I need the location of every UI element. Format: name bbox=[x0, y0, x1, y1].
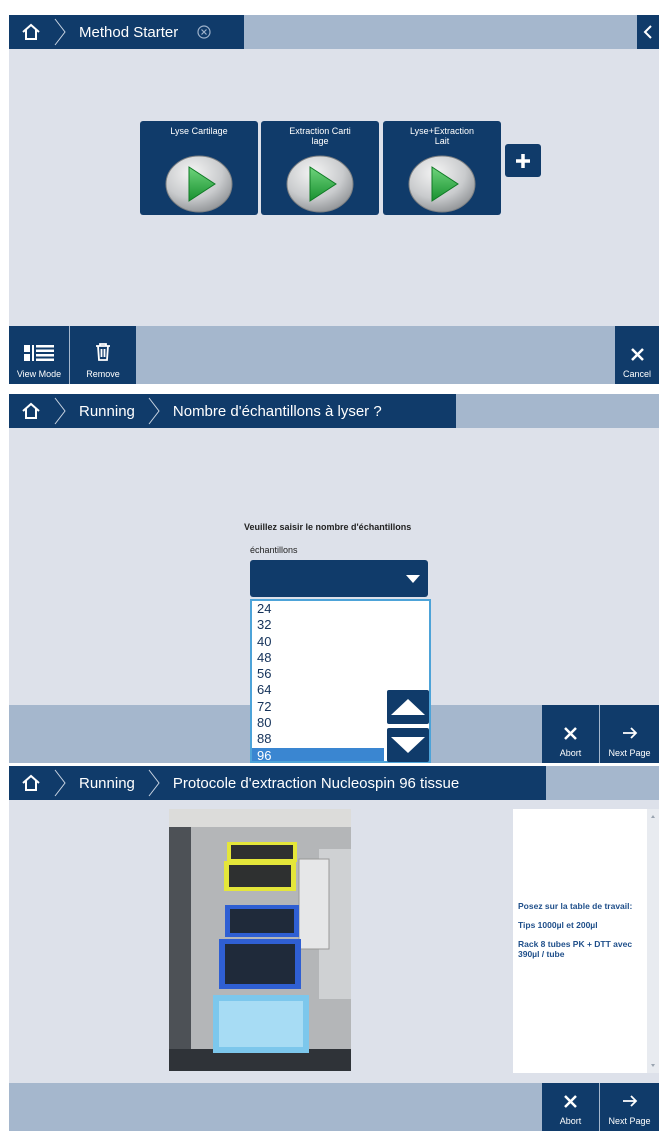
instruction-tips: Tips 1000µl et 200µl bbox=[518, 920, 598, 930]
abort-button[interactable]: Abort bbox=[542, 705, 599, 763]
next-page-button[interactable]: Next Page bbox=[600, 705, 659, 763]
plus-icon bbox=[516, 153, 530, 168]
next-page-label: Next Page bbox=[608, 1116, 651, 1126]
view-mode-icon bbox=[24, 345, 54, 361]
home-icon bbox=[22, 774, 40, 791]
play-icon[interactable] bbox=[162, 153, 236, 215]
method-starter-screen: Method Starter Lyse Cartilage Extraction… bbox=[9, 15, 659, 384]
scroll-down-arrow-icon bbox=[651, 1064, 655, 1067]
breadcrumb-bar: Running Nombre d'échantillons à lyser ? bbox=[9, 394, 659, 428]
close-icon bbox=[630, 348, 644, 361]
breadcrumb-running: Running bbox=[79, 774, 135, 792]
method-tile-lyse-extraction-lait[interactable]: Lyse+Extraction Lait bbox=[383, 121, 501, 215]
view-mode-button[interactable]: View Mode bbox=[9, 326, 69, 384]
cancel-label: Cancel bbox=[622, 369, 651, 379]
method-label: Lyse+Extraction Lait bbox=[410, 126, 474, 146]
next-page-button[interactable]: Next Page bbox=[600, 1083, 659, 1131]
option-40[interactable]: 40 bbox=[252, 634, 429, 650]
breadcrumb-separator-icon bbox=[54, 18, 66, 46]
play-icon[interactable] bbox=[405, 153, 479, 215]
scroll-down-button[interactable] bbox=[387, 728, 429, 762]
protocol-setup-screen: Running Protocole d'extraction Nucleospi… bbox=[9, 766, 659, 1131]
triangle-up-icon bbox=[391, 699, 425, 715]
breadcrumb: Running Protocole d'extraction Nucleospi… bbox=[9, 766, 546, 800]
home-button[interactable] bbox=[9, 15, 53, 49]
abort-label: Abort bbox=[559, 748, 582, 758]
arrow-right-icon bbox=[622, 1095, 637, 1107]
footer-bar: View Mode Remove Cancel bbox=[9, 326, 659, 384]
breadcrumb-method-starter: Method Starter bbox=[79, 23, 179, 41]
arrow-right-icon bbox=[622, 727, 637, 739]
method-label: Extraction Carti lage bbox=[289, 126, 351, 146]
breadcrumb-running: Running bbox=[79, 402, 135, 420]
add-method-button[interactable] bbox=[505, 144, 541, 177]
method-tile-extraction-cartilage[interactable]: Extraction Carti lage bbox=[261, 121, 379, 215]
next-page-label: Next Page bbox=[608, 748, 651, 758]
abort-label: Abort bbox=[559, 1116, 582, 1126]
home-button[interactable] bbox=[9, 394, 53, 428]
view-mode-label: View Mode bbox=[16, 369, 62, 379]
option-96-selected[interactable]: 96 bbox=[252, 747, 384, 761]
abort-button[interactable]: Abort bbox=[542, 1083, 599, 1131]
prompt-title: Veuillez saisir le nombre d'échantillons bbox=[244, 522, 412, 532]
option-24[interactable]: 24 bbox=[252, 601, 429, 617]
instruction-rack: Rack 8 tubes PK + DTT avec 390µl / tube bbox=[518, 939, 633, 959]
breadcrumb-separator-icon bbox=[54, 769, 66, 797]
deck-photo-illustration bbox=[169, 809, 351, 1071]
deck-setup-photo bbox=[169, 809, 351, 1071]
breadcrumb-bar: Running Protocole d'extraction Nucleospi… bbox=[9, 766, 659, 800]
collapse-button[interactable] bbox=[637, 15, 659, 49]
triangle-down-icon bbox=[391, 737, 425, 753]
breadcrumb-separator-icon bbox=[148, 769, 160, 797]
option-48[interactable]: 48 bbox=[252, 650, 429, 666]
breadcrumb-separator-icon bbox=[54, 397, 66, 425]
breadcrumb-step-title: Nombre d'échantillons à lyser ? bbox=[172, 402, 382, 420]
instructions-scrollbar[interactable] bbox=[647, 809, 659, 1073]
option-56[interactable]: 56 bbox=[252, 666, 429, 682]
cancel-button[interactable]: Cancel bbox=[615, 326, 659, 384]
close-icon bbox=[564, 727, 577, 740]
footer-bar: Abort Next Page bbox=[9, 1083, 659, 1131]
play-icon[interactable] bbox=[283, 153, 357, 215]
breadcrumb-separator-icon bbox=[148, 397, 160, 425]
method-tile-lyse-cartilage[interactable]: Lyse Cartilage bbox=[140, 121, 258, 215]
breadcrumb: Running Nombre d'échantillons à lyser ? bbox=[9, 394, 456, 428]
field-label: échantillons bbox=[250, 545, 298, 555]
breadcrumb-bar: Method Starter bbox=[9, 15, 659, 49]
remove-button[interactable]: Remove bbox=[70, 326, 136, 384]
instructions-panel: Posez sur la table de travail: Tips 1000… bbox=[513, 809, 647, 1073]
home-icon bbox=[22, 23, 40, 40]
option-32[interactable]: 32 bbox=[252, 617, 429, 633]
method-label: Lyse Cartilage bbox=[170, 126, 228, 136]
trash-icon bbox=[96, 343, 110, 361]
home-icon bbox=[22, 402, 40, 419]
breadcrumb: Method Starter bbox=[9, 15, 244, 49]
close-circle-icon[interactable] bbox=[196, 24, 212, 40]
caret-down-icon bbox=[406, 575, 420, 583]
home-button[interactable] bbox=[9, 766, 53, 800]
breadcrumb-step-title: Protocole d'extraction Nucleospin 96 tis… bbox=[172, 774, 460, 792]
chevron-left-icon bbox=[643, 25, 652, 39]
scroll-up-button[interactable] bbox=[387, 690, 429, 724]
instructions-heading: Posez sur la table de travail: bbox=[518, 901, 633, 911]
remove-label: Remove bbox=[86, 369, 120, 379]
sample-count-screen: Running Nombre d'échantillons à lyser ? … bbox=[9, 394, 659, 763]
close-icon bbox=[564, 1095, 577, 1108]
samples-dropdown[interactable] bbox=[250, 560, 428, 597]
scroll-up-arrow-icon bbox=[651, 815, 655, 818]
